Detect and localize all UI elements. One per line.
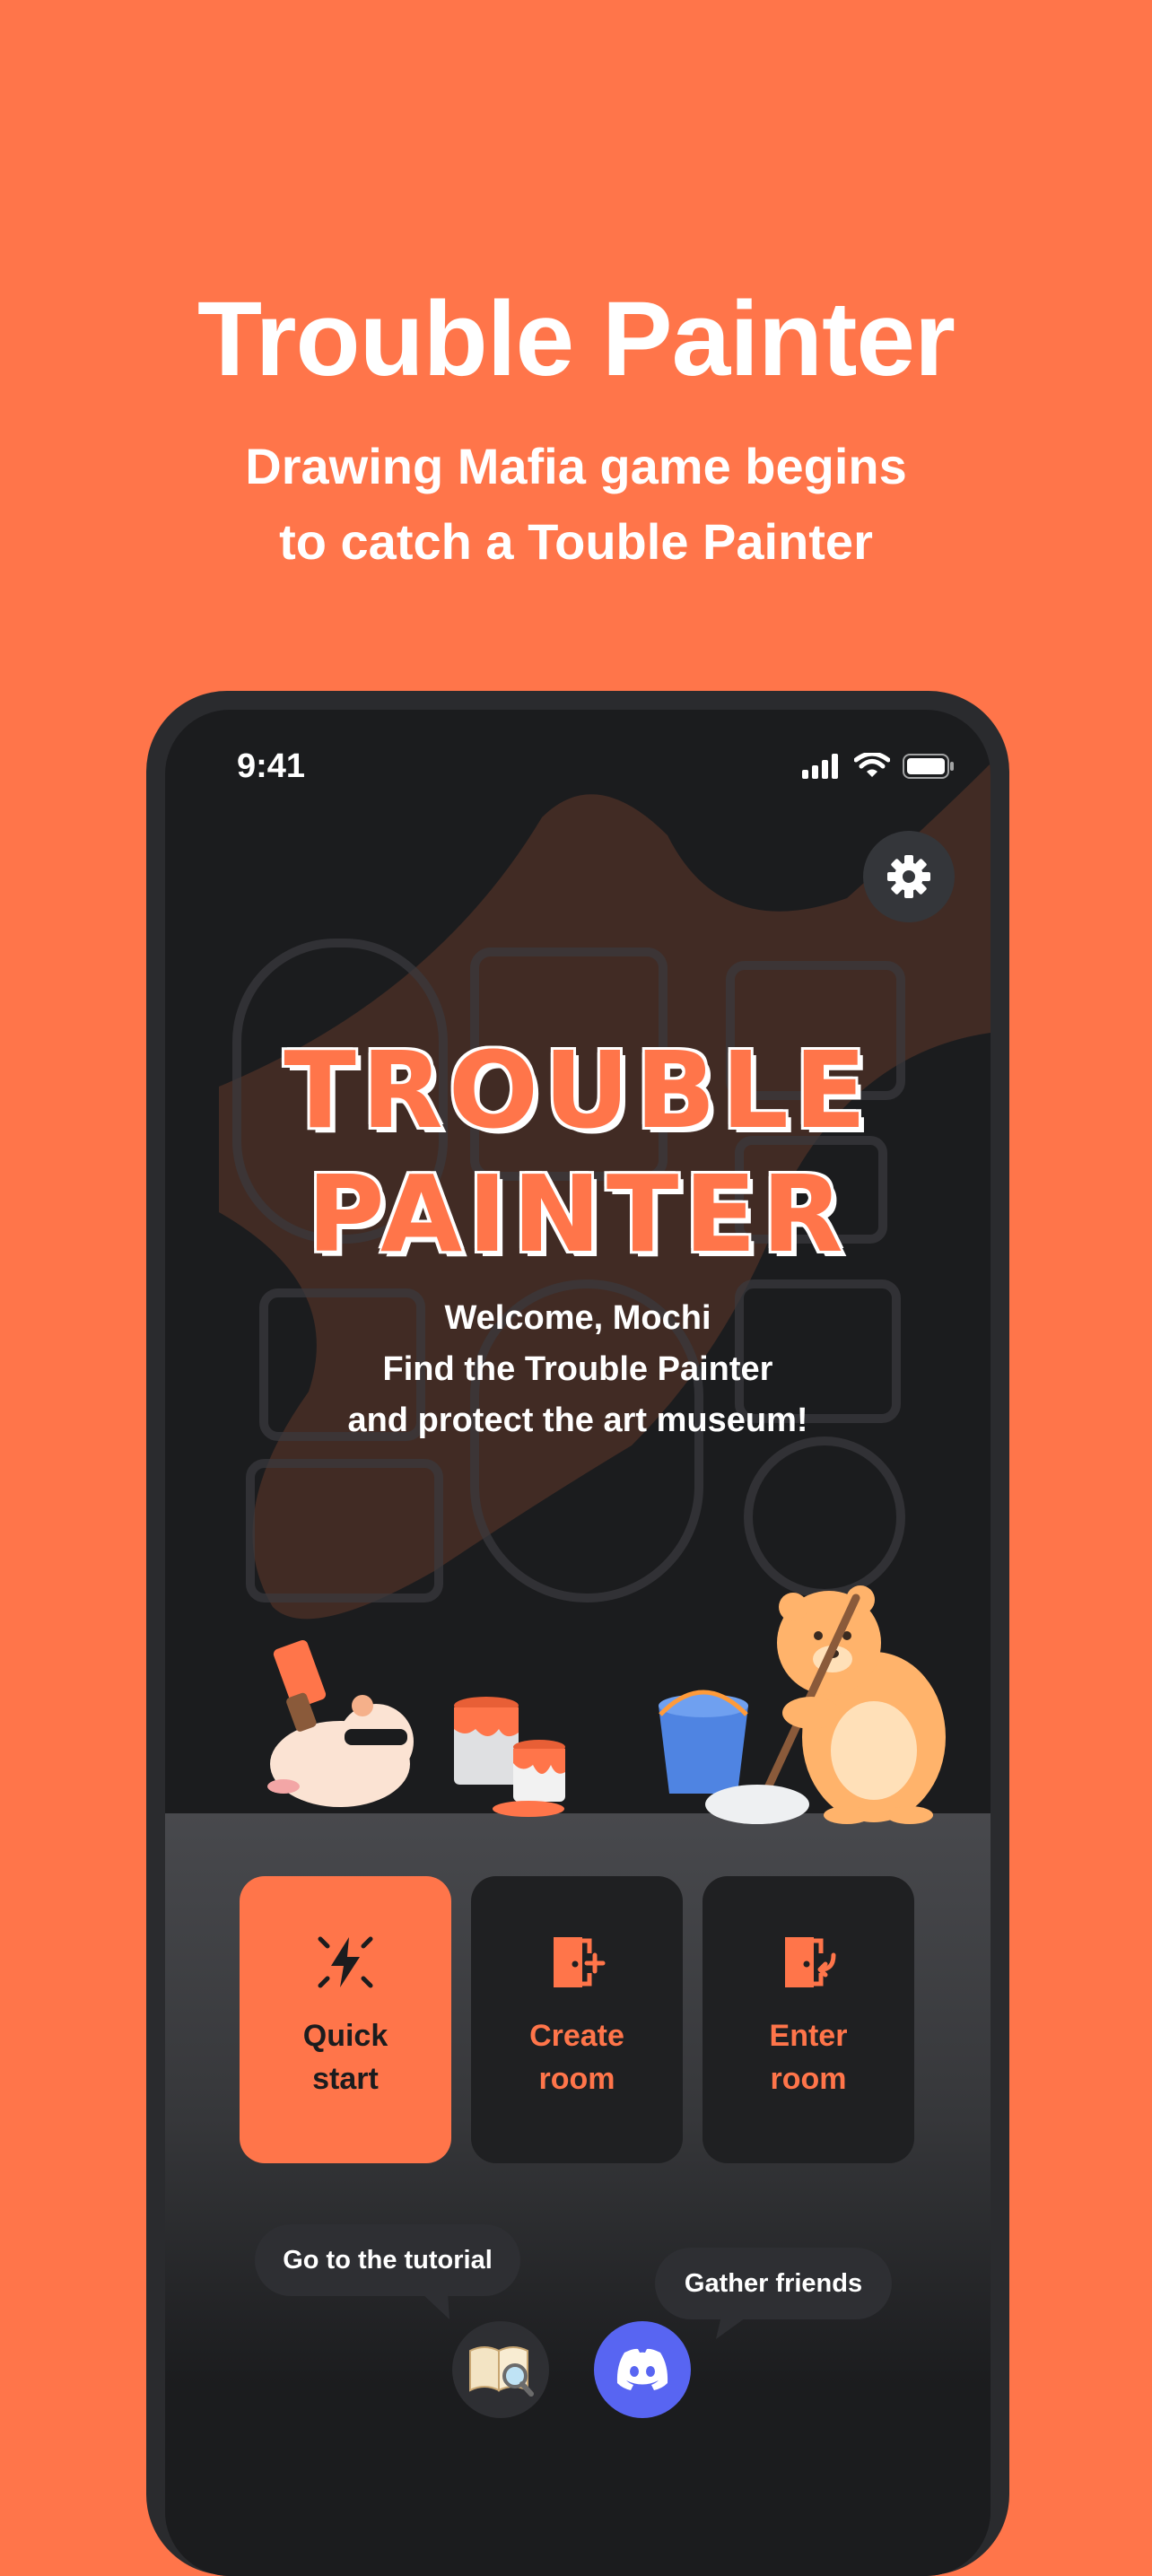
- lightning-icon: [318, 1936, 373, 1988]
- gather-friends-tooltip[interactable]: Gather friends: [655, 2248, 892, 2319]
- wifi-icon: [854, 753, 890, 777]
- welcome-message: Welcome, Mochi Find the Trouble Painter …: [165, 1293, 991, 1446]
- door-enter-icon: [785, 1937, 836, 1987]
- gear-icon: [887, 855, 930, 898]
- status-icons: [802, 753, 955, 780]
- promo-subtitle-line1: Drawing Mafia game begins: [245, 438, 907, 494]
- status-time: 9:41: [237, 747, 306, 785]
- enter-room-label-line1: Enter: [769, 2019, 848, 2053]
- book-magnifier-icon: [469, 2346, 534, 2397]
- promo-title: Trouble Painter: [197, 280, 956, 398]
- paint-cans: [454, 1697, 565, 1817]
- enter-room-label: Enter room: [728, 2014, 889, 2100]
- discord-button[interactable]: [594, 2321, 691, 2418]
- quick-start-button[interactable]: Quick start: [240, 1876, 451, 2163]
- settings-button[interactable]: [863, 831, 955, 922]
- welcome-line2: Find the Trouble Painter: [382, 1350, 773, 1388]
- create-room-label: Create room: [496, 2014, 658, 2100]
- hamster-character: [267, 1639, 414, 1807]
- bucket: [659, 1690, 748, 1794]
- enter-room-label-line2: room: [770, 2062, 847, 2096]
- tutorial-tooltip[interactable]: Go to the tutorial: [255, 2224, 520, 2296]
- characters-illustration: [267, 1585, 946, 1824]
- tutorial-button[interactable]: [452, 2321, 549, 2418]
- promo-subtitle-line2: to catch a Touble Painter: [279, 513, 873, 570]
- door-plus-icon: [554, 1937, 606, 1987]
- tutorial-tooltip-tail: [421, 2292, 449, 2319]
- cellular-signal-icon: [802, 754, 838, 779]
- enter-room-button[interactable]: Enter room: [703, 1876, 914, 2163]
- phone-frame: 9:41 TROUBLE PAINTER Welcome, Mochi Find…: [146, 691, 1009, 2576]
- discord-icon: [616, 2348, 668, 2390]
- app-screen: 9:41 TROUBLE PAINTER Welcome, Mochi Find…: [165, 710, 991, 2576]
- welcome-line3: and protect the art museum!: [347, 1402, 808, 1439]
- gather-friends-tooltip-tail: [716, 2316, 748, 2339]
- create-room-label-line2: room: [538, 2062, 615, 2096]
- quick-start-label-line2: start: [312, 2062, 379, 2096]
- quick-start-label: Quick start: [265, 2014, 426, 2100]
- create-room-button[interactable]: Create room: [471, 1876, 683, 2163]
- create-room-label-line1: Create: [529, 2019, 624, 2053]
- battery-icon: [903, 754, 954, 779]
- logo-line1: TROUBLE: [284, 1028, 872, 1152]
- quick-start-label-line1: Quick: [302, 2019, 388, 2053]
- game-logo: TROUBLE PAINTER: [165, 1028, 991, 1276]
- promo-subtitle: Drawing Mafia game begins to catch a Tou…: [0, 429, 1152, 580]
- logo-line2: PAINTER: [307, 1152, 849, 1276]
- welcome-line1: Welcome, Mochi: [444, 1299, 711, 1337]
